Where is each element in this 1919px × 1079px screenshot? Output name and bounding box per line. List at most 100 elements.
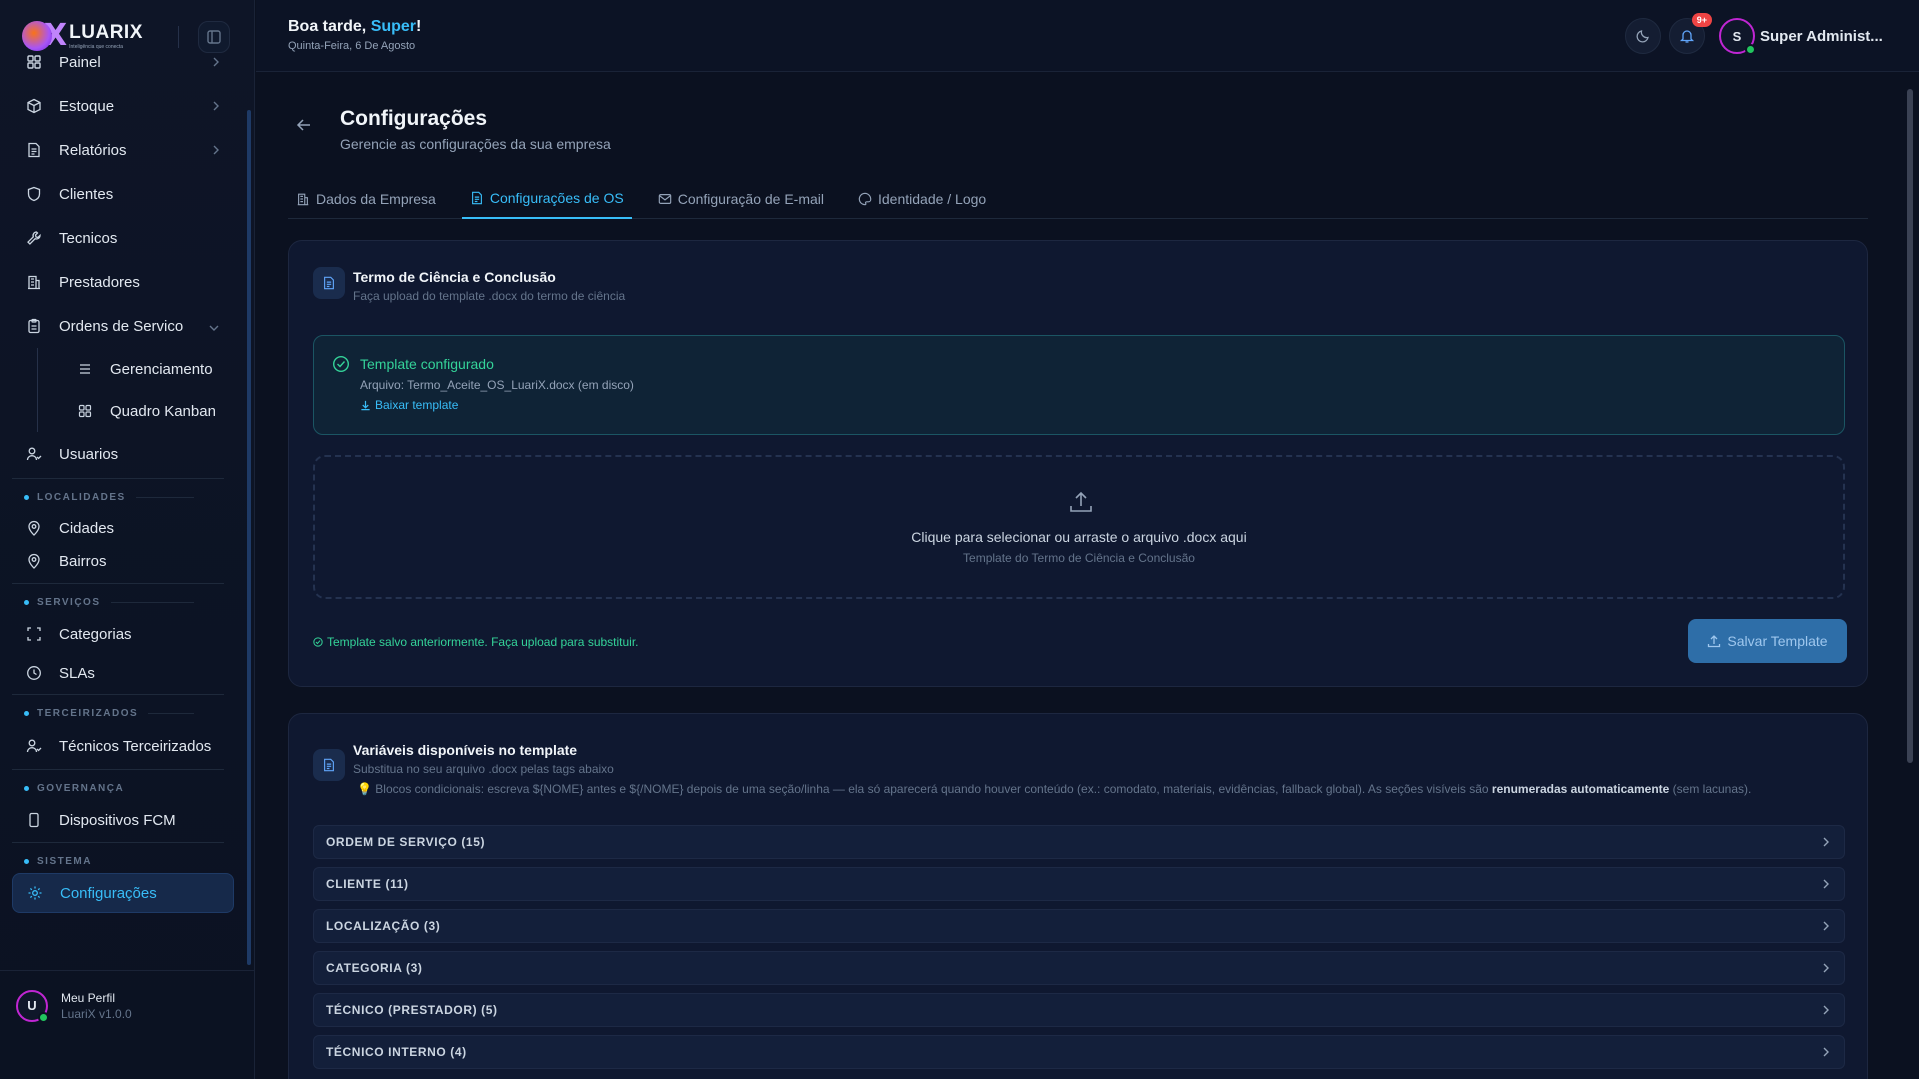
sidebar-item-estoque[interactable]: Estoque [12,84,234,128]
file-dropzone[interactable]: Clique para selecionar ou arraste o arqu… [313,455,1845,599]
chevron-right-icon [1822,962,1830,977]
template-status-box: Template configurado Arquivo: Termo_Acei… [313,335,1845,435]
sidebar-item-label: Estoque [59,97,115,115]
saved-note: Template salvo anteriormente. Faça uploa… [313,635,639,649]
tab-configuracoes-os[interactable]: Configurações de OS [461,179,632,219]
document-icon [313,749,345,781]
package-icon [25,97,43,115]
sidebar-item-cidades[interactable]: Cidades [12,509,234,547]
card-description: Substitua no seu arquivo .docx pelas tag… [353,762,614,776]
template-card: Termo de Ciência e Conclusão Faça upload… [288,240,1868,687]
sidebar-item-tecnicos[interactable]: Tecnicos [12,216,234,260]
tab-identidade-logo[interactable]: Identidade / Logo [850,179,994,219]
sidebar-item-bairros[interactable]: Bairros [12,547,234,575]
section-servicos: SERVIÇOS [12,590,234,614]
sidebar-item-label: Quadro Kanban [110,402,216,420]
file-icon [470,191,484,205]
tab-dados-empresa[interactable]: Dados da Empresa [288,179,444,219]
profile-name: Meu Perfil [61,990,116,1005]
check-circle-icon [332,355,350,378]
variables-card: Variáveis disponíveis no template Substi… [288,713,1868,1079]
users-icon [25,445,43,463]
upload-icon [1068,489,1094,520]
accordion-ordem-servico[interactable]: ORDEM DE SERVIÇO (15) [313,825,1845,859]
scan-icon [25,625,43,643]
sidebar-item-label: Clientes [59,185,114,203]
shield-icon [25,185,43,203]
profile-menu[interactable]: U Meu Perfil LuariX v1.0.0 [0,970,255,1040]
user-menu-name[interactable]: Super Administ... [1760,28,1883,45]
arrow-left-icon [296,119,310,131]
card-title: Variáveis disponíveis no template [353,742,578,758]
online-indicator [38,1011,49,1023]
save-template-button[interactable]: Salvar Template [1688,619,1847,663]
clock-icon [25,664,43,682]
sidebar-item-prestadores[interactable]: Prestadores [12,260,234,304]
accordion-categoria[interactable]: CATEGORIA (3) [313,951,1845,985]
dropzone-text: Clique para selecionar ou arraste o arqu… [911,529,1247,545]
accordion-tecnico-interno[interactable]: TÉCNICO INTERNO (4) [313,1035,1845,1069]
sidebar-submenu: Gerenciamento Quadro Kanban [37,348,234,432]
chevron-right-icon [1822,836,1830,851]
card-title: Termo de Ciência e Conclusão [353,269,556,285]
sidebar-item-label: Prestadores [59,273,140,291]
user-check-icon [25,737,43,755]
avatar: U [16,989,49,1023]
notifications-badge: 9+ [1691,13,1712,27]
theme-toggle-button[interactable] [1625,18,1661,54]
scrollbar-thumb[interactable] [1907,89,1913,763]
sidebar-item-label: Painel [59,53,101,71]
sidebar-item-relatorios[interactable]: Relatórios [12,128,234,172]
chevron-right-icon [1822,920,1830,935]
accordion-localizacao[interactable]: LOCALIZAÇÃO (3) [313,909,1845,943]
page-title: Configurações [340,107,488,130]
back-button[interactable] [296,117,312,138]
sidebar-item-label: Dispositivos FCM [59,811,176,829]
sidebar-item-clientes[interactable]: Clientes [12,172,234,216]
card-description: Faça upload do template .docx do termo d… [353,289,626,303]
sidebar-item-slas[interactable]: SLAs [12,654,234,692]
file-icon [25,141,43,159]
page-scrollbar[interactable] [1905,73,1915,1079]
top-header: Boa tarde, Super! Quinta-Feira, 6 De Ago… [256,0,1919,72]
brand-name: LUARIX [69,21,143,43]
template-filename: Arquivo: Termo_Aceite_OS_LuariX.docx (em… [360,378,634,392]
sidebar-item-ordens-servico[interactable]: Ordens de Servico [12,304,234,348]
kanban-icon [76,402,94,420]
gear-icon [26,884,44,902]
sidebar-item-dispositivos-fcm[interactable]: Dispositivos FCM [12,800,234,840]
sidebar-item-configuracoes[interactable]: Configurações [12,873,234,913]
sidebar-item-quadro-kanban[interactable]: Quadro Kanban [62,390,234,432]
sidebar-item-label: SLAs [59,664,95,682]
settings-tabs: Dados da Empresa Configurações de OS Con… [288,179,1868,219]
sidebar-item-label: Tecnicos [59,229,118,247]
sidebar-item-usuarios[interactable]: Usuarios [12,432,234,476]
lightbulb-icon: 💡 [357,782,372,796]
dropzone-hint: Template do Termo de Ciência e Conclusão [963,551,1195,565]
moon-icon [1636,30,1649,43]
sidebar-scrollbar[interactable] [247,110,251,965]
sidebar-item-tecnicos-terceirizados[interactable]: Técnicos Terceirizados [12,725,234,767]
sidebar-item-categorias[interactable]: Categorias [12,614,234,654]
smartphone-icon [25,811,43,829]
online-indicator [1745,44,1756,55]
upload-icon [1707,634,1721,648]
app-version: LuariX v1.0.0 [61,1006,132,1021]
sidebar-item-gerenciamento[interactable]: Gerenciamento [62,348,234,390]
tab-configuracao-email[interactable]: Configuração de E-mail [650,179,832,219]
check-circle-icon [313,637,323,647]
download-template-link[interactable]: Baixar template [360,398,458,412]
section-governanca: GOVERNANÇA [12,776,234,800]
accordion-tecnico-prestador[interactable]: TÉCNICO (PRESTADOR) (5) [313,993,1845,1027]
sidebar-nav: Painel Estoque Relatórios Clientes Tecni… [12,54,234,913]
map-pin-icon [25,519,43,537]
wrench-icon [25,229,43,247]
notifications-button[interactable]: 9+ [1669,13,1712,54]
conditional-blocks-hint: 💡 Blocos condicionais: escreva ${NOME} a… [357,782,1752,796]
accordion-cliente[interactable]: CLIENTE (11) [313,867,1845,901]
sidebar-item-label: Técnicos Terceirizados [59,737,212,755]
user-avatar[interactable]: S [1719,18,1756,55]
sidebar-item-label: Usuarios [59,445,119,463]
sidebar-item-painel[interactable]: Painel [12,40,234,84]
sidebar: X LUARIX Inteligência que conecta Painel… [0,0,255,1079]
